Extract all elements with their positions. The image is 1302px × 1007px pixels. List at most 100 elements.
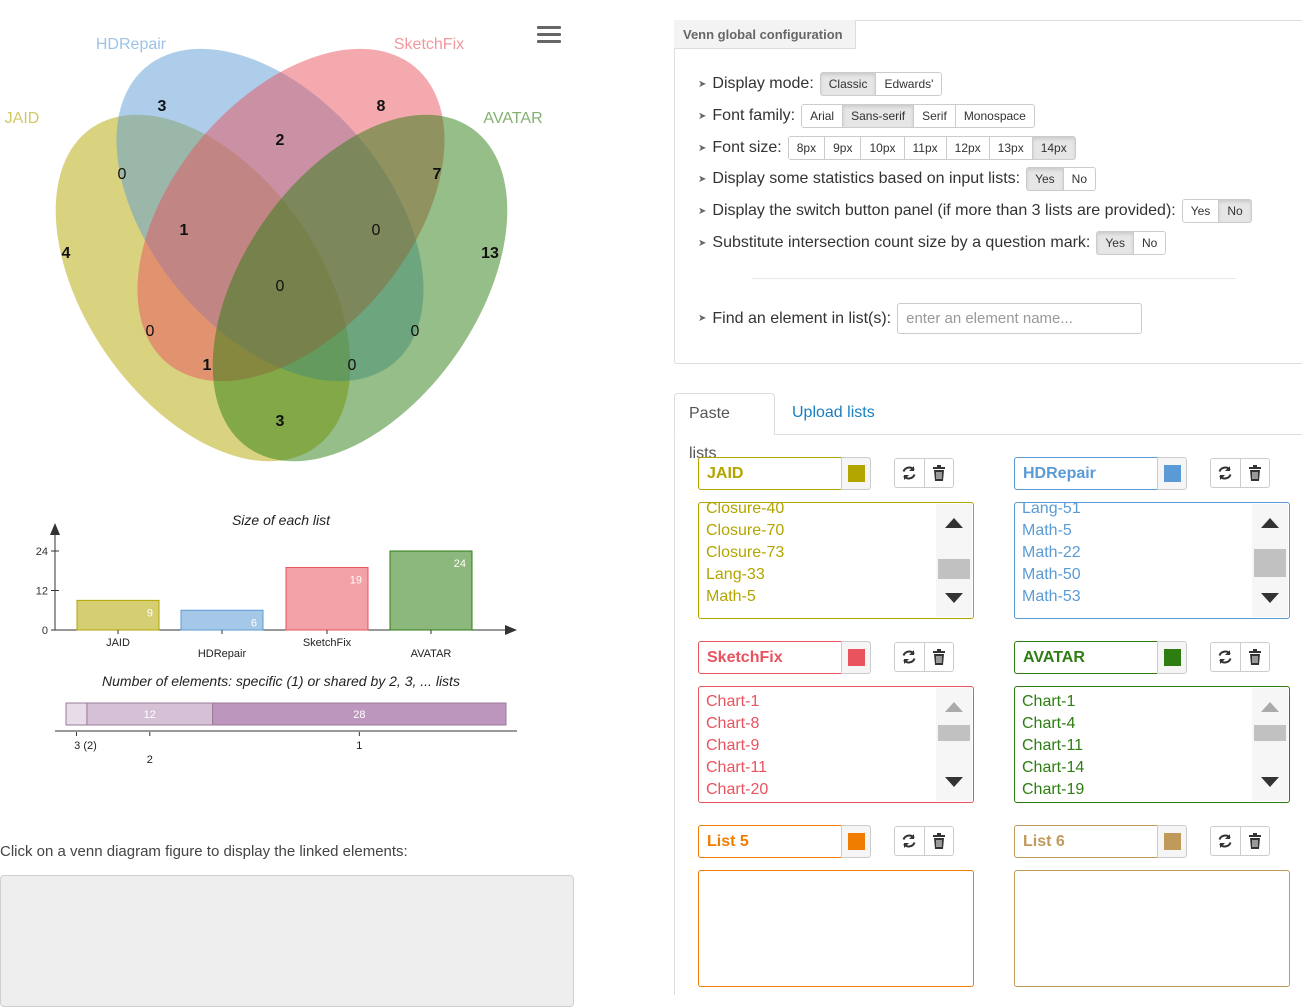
list-name-input[interactable]: JAID bbox=[698, 457, 842, 490]
venn-count-sketchfix-only[interactable]: 8 bbox=[377, 98, 386, 115]
option-button[interactable]: 13px bbox=[989, 137, 1033, 159]
refresh-button[interactable] bbox=[895, 643, 925, 671]
venn-count-jaid-sf[interactable]: 0 bbox=[146, 323, 155, 340]
option-button[interactable]: Classic bbox=[820, 73, 877, 95]
venn-count-hd-sf-av[interactable]: 0 bbox=[372, 222, 381, 239]
list-textarea[interactable] bbox=[698, 870, 974, 987]
list-name-input[interactable]: AVATAR bbox=[1014, 641, 1158, 674]
list-actions bbox=[1210, 642, 1270, 672]
venn-count-hd-av[interactable]: 0 bbox=[411, 323, 420, 340]
delete-button[interactable] bbox=[925, 827, 954, 855]
venn-count-jaid-hd[interactable]: 0 bbox=[118, 166, 127, 183]
option-button[interactable]: Monospace bbox=[955, 105, 1034, 127]
list-textarea[interactable] bbox=[1014, 870, 1290, 987]
refresh-button[interactable] bbox=[1211, 643, 1241, 671]
option-button[interactable]: 11px bbox=[904, 137, 947, 159]
venn-count-jaid-only[interactable]: 4 bbox=[62, 245, 71, 262]
scroll-thumb[interactable] bbox=[1254, 725, 1286, 741]
venn-count-sf-av[interactable]: 7 bbox=[433, 166, 442, 183]
scroll-thumb[interactable] bbox=[1254, 549, 1286, 577]
color-picker[interactable] bbox=[841, 641, 871, 674]
tab-paste-lists[interactable]: Paste lists bbox=[674, 393, 775, 462]
list-item: Chart-1 bbox=[1022, 693, 1076, 710]
scroll-up-icon[interactable] bbox=[1261, 518, 1279, 528]
delete-button[interactable] bbox=[925, 643, 954, 671]
list-name-input[interactable]: SketchFix bbox=[698, 641, 842, 674]
option-button[interactable]: Yes bbox=[1027, 168, 1064, 190]
delete-button[interactable] bbox=[1241, 643, 1270, 671]
scrollbar[interactable] bbox=[936, 688, 972, 801]
color-picker[interactable] bbox=[1157, 641, 1187, 674]
scrollbar[interactable] bbox=[1252, 504, 1288, 617]
list-name-input[interactable]: List 5 bbox=[698, 825, 842, 858]
scroll-down-icon[interactable] bbox=[1261, 593, 1279, 603]
scroll-down-icon[interactable] bbox=[1261, 777, 1279, 787]
color-picker[interactable] bbox=[1157, 457, 1187, 490]
scrollbar[interactable] bbox=[936, 504, 972, 617]
venn-count-jaid-hd-sf[interactable]: 1 bbox=[180, 222, 189, 239]
refresh-button[interactable] bbox=[1211, 827, 1241, 855]
list-textarea[interactable]: Closure-40 Closure-70 Closure-73 Lang-33 Mat… bbox=[698, 502, 974, 619]
config-row: ➤ Display the switch button panel (if mor… bbox=[698, 199, 1252, 223]
list-item: Chart-4 bbox=[1022, 715, 1076, 732]
scroll-down-icon[interactable] bbox=[945, 777, 963, 787]
scroll-up-icon[interactable] bbox=[1261, 702, 1279, 712]
option-button[interactable]: Sans-serif bbox=[843, 105, 915, 127]
option-button[interactable]: No bbox=[1133, 232, 1166, 254]
hamburger-menu-icon[interactable] bbox=[537, 26, 561, 46]
delete-button[interactable] bbox=[925, 459, 954, 487]
tabs-left-border bbox=[674, 435, 675, 995]
venn-count-jaid-av[interactable]: 3 bbox=[276, 413, 285, 430]
color-picker[interactable] bbox=[841, 825, 871, 858]
option-button[interactable]: 8px bbox=[788, 137, 826, 159]
delete-button[interactable] bbox=[1241, 459, 1270, 487]
scroll-up-icon[interactable] bbox=[945, 518, 963, 528]
refresh-button[interactable] bbox=[895, 459, 925, 487]
option-button[interactable]: 14px bbox=[1032, 137, 1075, 159]
refresh-button[interactable] bbox=[895, 827, 925, 855]
option-button[interactable]: 10px bbox=[861, 137, 905, 159]
venn-count-jaid-hd-av[interactable]: 0 bbox=[348, 357, 357, 374]
delete-button[interactable] bbox=[1241, 827, 1270, 855]
option-button[interactable]: Yes bbox=[1182, 200, 1220, 222]
option-button[interactable]: 12px bbox=[946, 137, 990, 159]
color-picker[interactable] bbox=[1157, 825, 1187, 858]
option-button[interactable]: 9px bbox=[825, 137, 862, 159]
scrollbar[interactable] bbox=[1252, 688, 1288, 801]
scroll-thumb[interactable] bbox=[938, 559, 970, 579]
venn-count-hd-sf[interactable]: 2 bbox=[276, 132, 285, 149]
list-textarea[interactable]: Chart-1 Chart-4 Chart-11 Chart-14 Chart-19 bbox=[1014, 686, 1290, 803]
scroll-up-icon[interactable] bbox=[945, 702, 963, 712]
scroll-down-icon[interactable] bbox=[945, 593, 963, 603]
list-actions bbox=[1210, 458, 1270, 488]
list-textarea[interactable]: Lang-51 Math-5 Math-22 Math-50 Math-53 bbox=[1014, 502, 1290, 619]
list-name-input[interactable]: HDRepair bbox=[1014, 457, 1158, 490]
list-name-input[interactable]: List 6 bbox=[1014, 825, 1158, 858]
venn-count-jaid-sf-av[interactable]: 1 bbox=[203, 357, 212, 374]
list-item: Closure-70 bbox=[706, 522, 785, 539]
find-element-input[interactable] bbox=[897, 303, 1143, 334]
linked-elements-box bbox=[0, 875, 574, 1007]
option-button[interactable]: No bbox=[1219, 200, 1251, 222]
color-swatch-icon bbox=[1164, 649, 1181, 666]
color-picker[interactable] bbox=[841, 457, 871, 490]
venn-diagram[interactable]: JAIDHDRepair SketchFixAVATAR43 81320 71 000 0… bbox=[0, 0, 580, 480]
list-item: Math-53 bbox=[1022, 588, 1081, 605]
trash-icon bbox=[932, 649, 945, 665]
option-button[interactable]: Arial bbox=[802, 105, 844, 127]
option-button[interactable]: No bbox=[1063, 168, 1095, 190]
trash-icon bbox=[932, 465, 945, 481]
refresh-icon bbox=[902, 834, 916, 848]
venn-set-label: AVATAR bbox=[483, 110, 542, 127]
refresh-button[interactable] bbox=[1211, 459, 1241, 487]
scroll-thumb[interactable] bbox=[938, 725, 970, 741]
venn-count-all[interactable]: 0 bbox=[276, 278, 285, 295]
option-button[interactable]: Serif bbox=[914, 105, 956, 127]
venn-count-hdrepair-only[interactable]: 3 bbox=[158, 98, 167, 115]
venn-count-avatar-only[interactable]: 13 bbox=[481, 245, 499, 262]
option-button[interactable]: Yes bbox=[1097, 232, 1134, 254]
share-value-label: 28 bbox=[353, 709, 365, 721]
tab-upload-lists[interactable]: Upload lists bbox=[778, 393, 889, 435]
option-button[interactable]: Edwards' bbox=[876, 73, 942, 95]
list-textarea[interactable]: Chart-1 Chart-8 Chart-9 Chart-11 Chart-20 bbox=[698, 686, 974, 803]
